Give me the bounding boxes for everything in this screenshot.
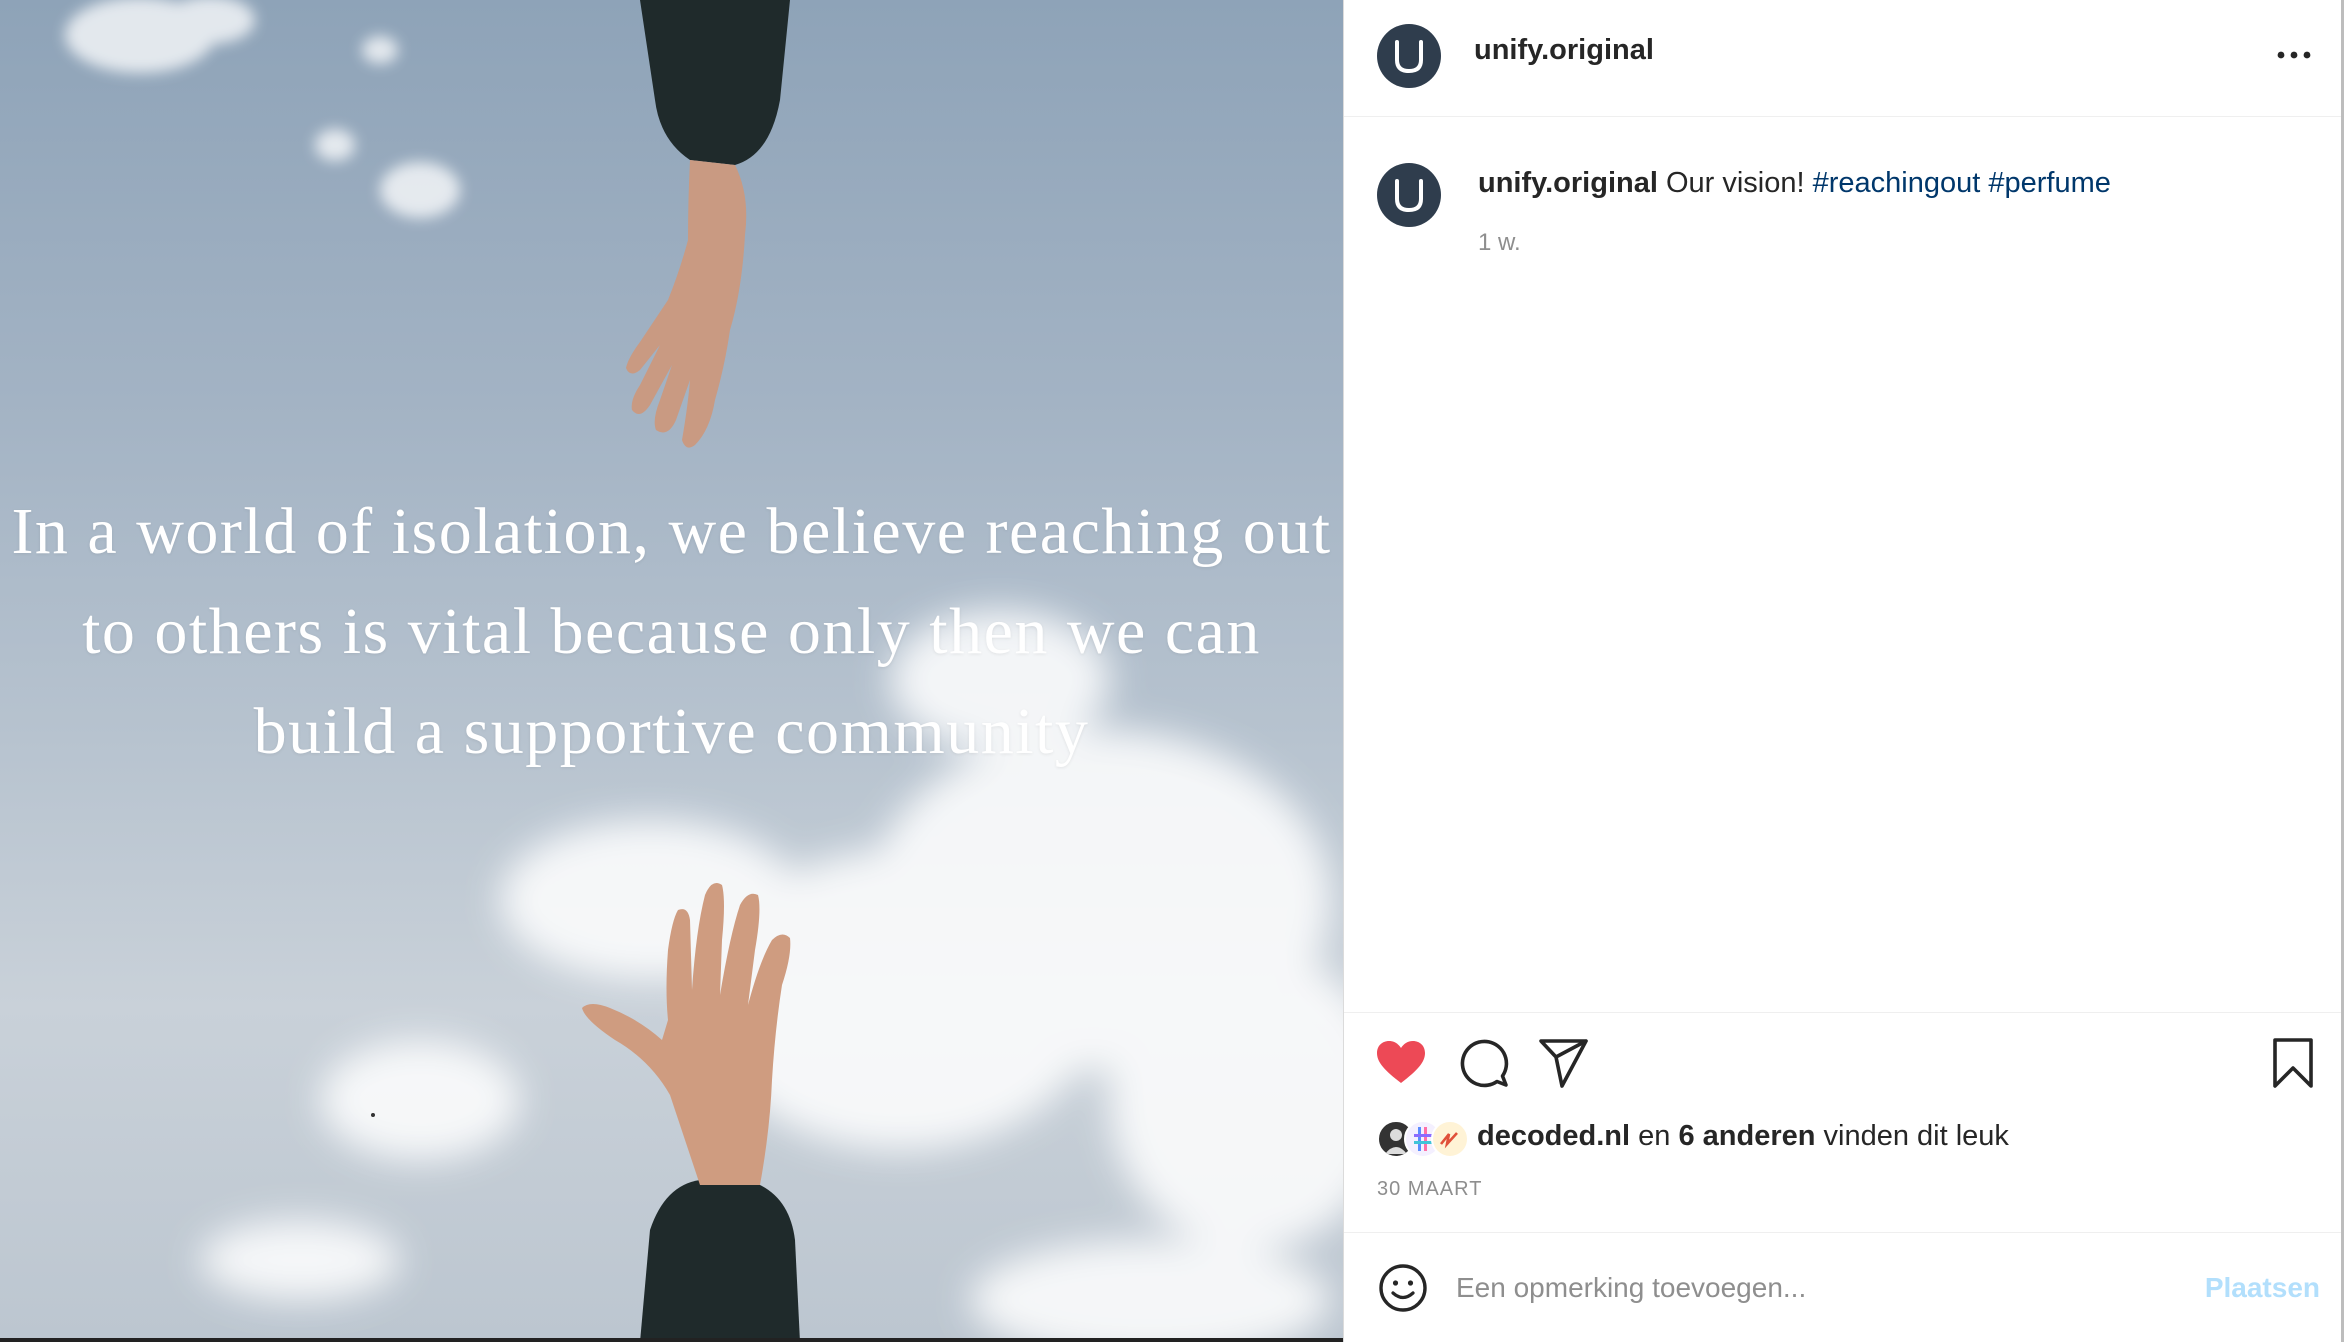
caption-timestamp[interactable]: 1 w. (1478, 229, 1521, 257)
likes-others-link[interactable]: 6 anderen (1678, 1120, 1815, 1152)
hashtag-link[interactable]: #perfume (1988, 167, 2111, 199)
post-comment-button[interactable]: Plaatsen (2194, 1266, 2320, 1310)
image-bottom-strip (0, 1338, 1343, 1342)
liker-avatar[interactable] (1431, 1120, 1469, 1158)
first-liker-link[interactable]: decoded.nl (1477, 1120, 1630, 1152)
instagram-post-view: In a world of isolation, we believe reac… (0, 0, 2344, 1342)
divider (1344, 1012, 2342, 1013)
divider (1344, 1232, 2342, 1233)
post-image[interactable]: In a world of isolation, we believe reac… (0, 0, 1343, 1342)
likes-connector: en (1638, 1120, 1671, 1152)
caption-username-link[interactable]: unify.original (1478, 167, 1658, 199)
caption-body: Our vision! (1665, 167, 1805, 199)
unify-logo-icon (1395, 40, 1423, 74)
heart-filled-icon[interactable] (1374, 1036, 1428, 1090)
emoji-icon[interactable] (1377, 1262, 1429, 1314)
quote-line-1: In a world of isolation, we believe reac… (11, 495, 1332, 568)
comment-input[interactable] (1456, 1262, 2156, 1314)
unify-logo-icon (1395, 179, 1423, 213)
caption-text: unify.original Our vision! #reachingout … (1478, 164, 2308, 202)
header-username-link[interactable]: unify.original (1474, 34, 1654, 67)
likes-text: decoded.nl en 6 anderen vinden dit leuk (1477, 1120, 2009, 1153)
header-avatar[interactable] (1377, 24, 1441, 88)
bookmark-icon[interactable] (2266, 1036, 2320, 1090)
quote-line-3: build a supportive community (253, 695, 1090, 768)
paper-plane-icon[interactable] (1537, 1036, 1591, 1090)
more-options-icon[interactable] (2269, 40, 2319, 70)
quote-line-2: to others is vital because only then we … (82, 595, 1261, 668)
post-header: unify.original (1344, 0, 2342, 117)
post-date[interactable]: 30 MAART (1377, 1178, 1482, 1201)
comment-icon[interactable] (1457, 1036, 1511, 1090)
caption-avatar[interactable] (1377, 163, 1441, 227)
post-side-panel: unify.original unify.original Our vision… (1343, 0, 2342, 1342)
image-quote-text: In a world of isolation, we believe reac… (0, 482, 1343, 782)
hashtag-link[interactable]: #reachingout (1813, 167, 1981, 199)
likes-suffix: vinden dit leuk (1823, 1120, 2009, 1152)
likes-summary: decoded.nl en 6 anderen vinden dit leuk (1377, 1116, 2317, 1164)
brand-logo-icon (1439, 1132, 1458, 1149)
